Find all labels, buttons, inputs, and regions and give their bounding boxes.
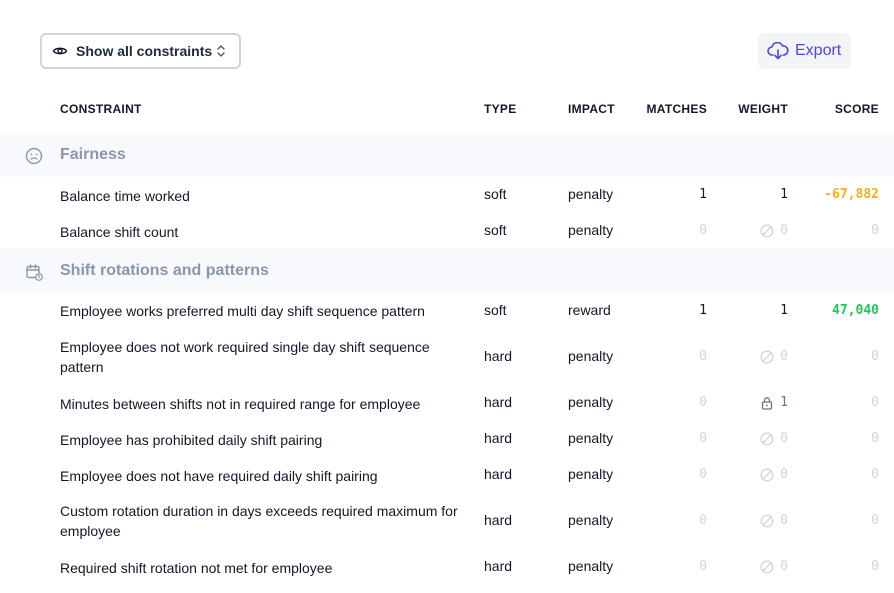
constraint-type: hard bbox=[484, 558, 513, 574]
export-label: Export bbox=[795, 42, 842, 59]
lock-icon bbox=[760, 396, 774, 410]
table-row[interactable]: Employee does not have required daily sh… bbox=[0, 457, 894, 493]
column-header-constraint[interactable]: CONSTRAINT bbox=[60, 102, 142, 116]
constraint-weight[interactable]: 0 bbox=[760, 431, 788, 446]
table-row[interactable]: Custom rotation duration in days exceeds… bbox=[0, 493, 894, 549]
constraint-weight[interactable]: 1 bbox=[780, 303, 788, 318]
column-header-score[interactable]: SCORE bbox=[835, 102, 879, 116]
constraint-score: -67,882 bbox=[824, 187, 879, 202]
table-row[interactable]: Employee does not work required single d… bbox=[0, 329, 894, 385]
table-row[interactable]: Balance time worked soft penalty 1 1 -67… bbox=[0, 177, 894, 213]
constraint-matches: 0 bbox=[699, 349, 707, 364]
constraint-impact: penalty bbox=[568, 348, 614, 364]
table-header: CONSTRAINT TYPE IMPACT MATCHES WEIGHT SC… bbox=[0, 100, 894, 118]
constraint-score: 0 bbox=[871, 223, 879, 238]
weight-value: 1 bbox=[780, 187, 788, 202]
constraint-type: soft bbox=[484, 186, 507, 202]
constraint-name: Employee works preferred multi day shift… bbox=[60, 303, 425, 319]
weight-value: 0 bbox=[780, 559, 788, 574]
constraint-type: soft bbox=[484, 222, 507, 238]
constraint-matches: 0 bbox=[699, 395, 707, 410]
constraint-impact: reward bbox=[568, 302, 611, 318]
table-row[interactable]: Balance shift count soft penalty 0 0 0 bbox=[0, 213, 894, 249]
weight-value: 0 bbox=[780, 431, 788, 446]
column-header-impact[interactable]: IMPACT bbox=[568, 102, 615, 116]
constraint-impact: penalty bbox=[568, 558, 614, 574]
disabled-icon bbox=[760, 560, 774, 574]
constraint-impact: penalty bbox=[568, 512, 614, 528]
disabled-icon bbox=[760, 224, 774, 238]
constraint-type: hard bbox=[484, 466, 513, 482]
column-header-matches[interactable]: MATCHES bbox=[646, 102, 707, 116]
constraint-name: Custom rotation duration in days exceeds… bbox=[60, 503, 458, 539]
weight-value: 0 bbox=[780, 223, 788, 238]
constraint-weight[interactable]: 0 bbox=[760, 223, 788, 238]
column-header-weight[interactable]: WEIGHT bbox=[738, 102, 788, 116]
disabled-icon bbox=[760, 350, 774, 364]
calendar-cycle-icon bbox=[25, 263, 43, 281]
column-header-type[interactable]: TYPE bbox=[484, 102, 517, 116]
constraint-weight[interactable]: 0 bbox=[760, 349, 788, 364]
constraint-type: hard bbox=[484, 512, 513, 528]
chevron-up-down-icon bbox=[215, 44, 227, 58]
group-header-shift-rotations[interactable]: Shift rotations and patterns bbox=[0, 249, 894, 293]
filter-select-label: Show all constraints bbox=[76, 43, 213, 59]
constraint-score: 47,040 bbox=[832, 303, 879, 318]
constraint-type: hard bbox=[484, 348, 513, 364]
constraint-name: Balance time worked bbox=[60, 188, 190, 204]
constraint-type: soft bbox=[484, 302, 507, 318]
constraint-score: 0 bbox=[871, 395, 879, 410]
disabled-icon bbox=[760, 514, 774, 528]
eye-icon bbox=[52, 43, 68, 59]
constraint-name: Employee does not work required single d… bbox=[60, 339, 430, 375]
export-button[interactable]: Export bbox=[758, 33, 851, 69]
constraint-matches: 0 bbox=[699, 431, 707, 446]
weight-value: 0 bbox=[780, 467, 788, 482]
constraint-impact: penalty bbox=[568, 222, 614, 238]
disabled-icon bbox=[760, 468, 774, 482]
constraint-matches: 0 bbox=[699, 559, 707, 574]
table-row[interactable]: Minutes between shifts not in required r… bbox=[0, 385, 894, 421]
constraint-impact: penalty bbox=[568, 466, 614, 482]
table-row[interactable]: Required shift rotation not met for empl… bbox=[0, 549, 894, 585]
constraint-weight[interactable]: 0 bbox=[760, 467, 788, 482]
table-row[interactable]: Employee has prohibited daily shift pair… bbox=[0, 421, 894, 457]
weight-value: 0 bbox=[780, 349, 788, 364]
constraint-name: Employee has prohibited daily shift pair… bbox=[60, 432, 323, 448]
constraint-score: 0 bbox=[871, 349, 879, 364]
group-header-fairness[interactable]: Fairness bbox=[0, 133, 894, 177]
constraint-name: Minutes between shifts not in required r… bbox=[60, 396, 421, 412]
constraint-filter-select[interactable]: Show all constraints bbox=[40, 33, 241, 69]
constraint-matches: 1 bbox=[699, 303, 707, 318]
constraint-score: 0 bbox=[871, 467, 879, 482]
face-icon bbox=[25, 147, 43, 165]
constraint-type: hard bbox=[484, 430, 513, 446]
constraint-type: hard bbox=[484, 394, 513, 410]
constraint-name: Employee does not have required daily sh… bbox=[60, 468, 378, 484]
group-name: Fairness bbox=[60, 146, 126, 163]
constraint-weight[interactable]: 1 bbox=[780, 187, 788, 202]
constraint-impact: penalty bbox=[568, 430, 614, 446]
weight-value: 1 bbox=[780, 395, 788, 410]
weight-value: 0 bbox=[780, 513, 788, 528]
constraint-name: Required shift rotation not met for empl… bbox=[60, 560, 333, 576]
constraint-weight[interactable]: 0 bbox=[760, 513, 788, 528]
disabled-icon bbox=[760, 432, 774, 446]
weight-value: 1 bbox=[780, 303, 788, 318]
constraint-score: 0 bbox=[871, 513, 879, 528]
constraint-score: 0 bbox=[871, 559, 879, 574]
constraint-impact: penalty bbox=[568, 394, 614, 410]
constraint-score: 0 bbox=[871, 431, 879, 446]
table-row[interactable]: Employee works preferred multi day shift… bbox=[0, 293, 894, 329]
constraint-weight[interactable]: 1 bbox=[760, 395, 788, 410]
cloud-download-icon bbox=[767, 42, 789, 60]
constraint-matches: 0 bbox=[699, 513, 707, 528]
group-name: Shift rotations and patterns bbox=[60, 262, 269, 279]
constraint-matches: 1 bbox=[699, 187, 707, 202]
constraint-impact: penalty bbox=[568, 186, 614, 202]
constraint-matches: 0 bbox=[699, 467, 707, 482]
constraint-matches: 0 bbox=[699, 223, 707, 238]
constraint-weight[interactable]: 0 bbox=[760, 559, 788, 574]
constraint-name: Balance shift count bbox=[60, 224, 179, 240]
